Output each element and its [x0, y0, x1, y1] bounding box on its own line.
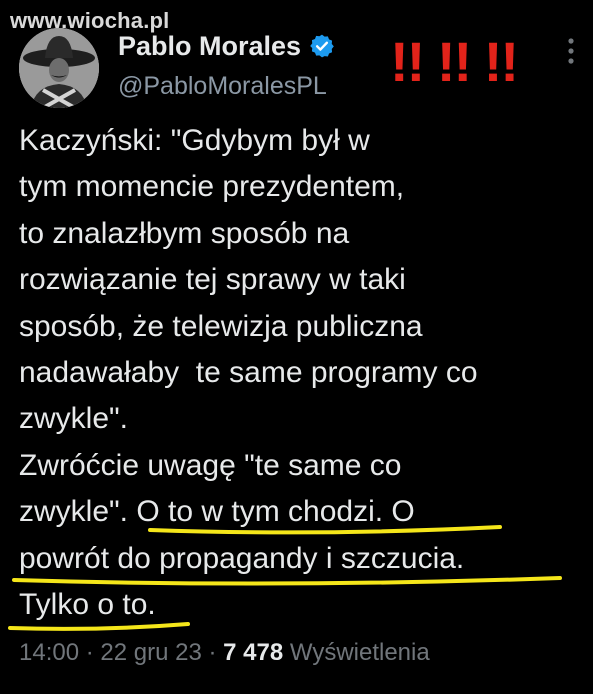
views-count: 7 478 [223, 639, 284, 666]
tweet-time[interactable]: 14:00 [19, 639, 79, 666]
tweet-line: to znalazłbym sposób na [19, 216, 350, 250]
tweet-line: rozwiązanie tej sprawy w taki [19, 263, 406, 297]
tweet-metadata: 14:00 · 22 gru 23 · 7 478 Wyświetlenia [19, 636, 430, 670]
avatar[interactable] [19, 28, 99, 108]
author-name-row[interactable]: Pablo Morales [118, 30, 335, 62]
author-display-name[interactable]: Pablo Morales [118, 30, 301, 62]
tweet-line: sposób, że telewizja publiczna [19, 309, 423, 343]
avatar-portrait-icon [19, 28, 99, 108]
tweet-line: Kaczyński: "Gdybym był w [19, 124, 370, 157]
tweet-text: Kaczyński: "Gdybym był w tym momencie pr… [19, 118, 584, 628]
tweet-line: Tylko o to. [19, 587, 156, 621]
tweet-date[interactable]: 22 gru 23 [100, 639, 201, 666]
verified-badge-icon [309, 33, 335, 59]
tweet-line: powrót do propagandy i szczucia. [19, 541, 465, 575]
tweet-line: Zwróćcie uwagę "te same co [19, 448, 402, 482]
annotation-exclamation-marks: !! !! !! [390, 30, 519, 93]
tweet-line: zwykle". O to w tym chodzi. O [19, 495, 415, 529]
tweet-line: nadawałaby te same programy co [19, 355, 478, 389]
meta-separator: · [79, 639, 101, 666]
tweet-line: tym momencie prezydentem, [19, 170, 405, 204]
ellipsis-vertical-icon[interactable] [556, 36, 586, 66]
tweet-line: zwykle". [19, 402, 128, 436]
author-handle[interactable]: @PabloMoralesPL [118, 70, 327, 102]
views-label: Wyświetlenia [289, 639, 430, 666]
meta-separator: · [201, 639, 224, 666]
